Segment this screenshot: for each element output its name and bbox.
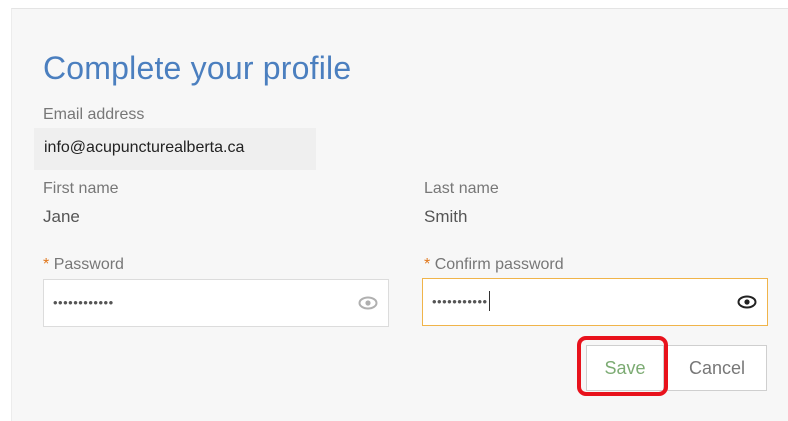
page-title: Complete your profile bbox=[43, 50, 352, 86]
email-label: Email address bbox=[43, 106, 145, 123]
last-name-label: Last name bbox=[424, 180, 499, 197]
required-marker: * bbox=[424, 256, 431, 273]
eye-icon[interactable] bbox=[737, 294, 757, 310]
confirm-password-label: * Confirm password bbox=[424, 256, 564, 274]
password-field[interactable]: •••••••••••• bbox=[43, 279, 389, 327]
cancel-button[interactable]: Cancel bbox=[667, 345, 767, 391]
required-marker: * bbox=[43, 256, 50, 273]
password-value: •••••••••••• bbox=[53, 295, 114, 310]
last-name-value: Smith bbox=[424, 207, 468, 226]
email-field: info@acupuncturealberta.ca bbox=[34, 128, 316, 170]
eye-icon[interactable] bbox=[358, 295, 378, 311]
text-caret bbox=[488, 290, 490, 311]
password-label: * Password bbox=[43, 256, 124, 274]
confirm-password-field[interactable]: ••••••••••• bbox=[422, 278, 768, 326]
confirm-password-value: ••••••••••• bbox=[432, 290, 490, 311]
confirm-password-label-text: Confirm password bbox=[434, 256, 564, 273]
first-name-label: First name bbox=[43, 180, 119, 197]
email-value: info@acupuncturealberta.ca bbox=[44, 139, 245, 156]
save-button[interactable]: Save bbox=[586, 345, 664, 391]
first-name-value: Jane bbox=[43, 207, 80, 226]
password-label-text: Password bbox=[53, 256, 124, 273]
